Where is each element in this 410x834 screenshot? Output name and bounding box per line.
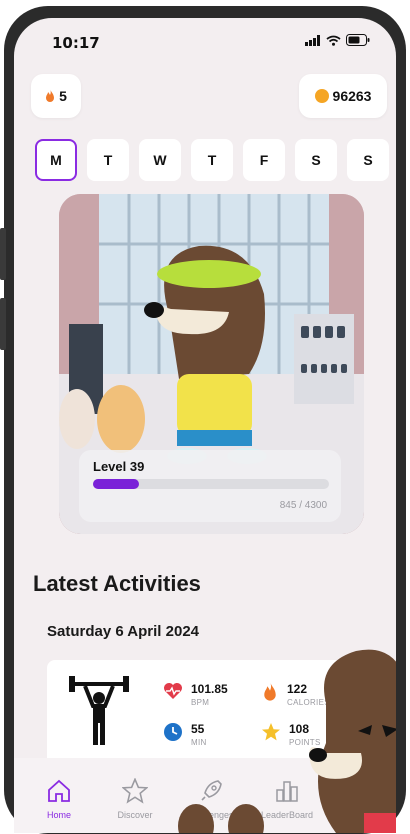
volume-down-button <box>0 298 6 350</box>
stat-heart-rate: 101.85 BPM <box>163 682 228 707</box>
day-wednesday[interactable]: W <box>139 139 181 181</box>
heart-rate-icon <box>164 683 182 699</box>
streak-badge[interactable]: 5 <box>31 74 81 118</box>
level-progress-fill <box>93 479 140 489</box>
coin-balance[interactable]: 96263 <box>299 74 387 118</box>
xp-text: 845 / 4300 <box>279 500 327 511</box>
coin-icon <box>314 89 329 103</box>
avatar-gym-scene: Level 39 845 / 4300 <box>59 194 364 534</box>
activity-date: Saturday 6 April 2024 <box>47 623 200 640</box>
status-icons <box>305 34 370 46</box>
day-thursday[interactable]: T <box>191 139 233 181</box>
nav-home[interactable]: Home <box>29 778 89 820</box>
day-friday[interactable]: F <box>243 139 285 181</box>
stat-value: 55 <box>191 722 205 736</box>
streak-count: 5 <box>59 88 67 104</box>
mascot-peek-illustration <box>309 649 396 833</box>
day-tuesday[interactable]: T <box>87 139 129 181</box>
weightlifting-icon <box>69 676 129 745</box>
volume-up-button <box>0 228 6 280</box>
nav-discover[interactable]: Discover <box>105 778 165 820</box>
clock-icon <box>164 723 182 741</box>
level-progress-card: Level 39 845 / 4300 <box>79 450 341 522</box>
nav-label: Home <box>46 810 71 820</box>
level-label: Level 39 <box>93 459 145 474</box>
day-saturday[interactable]: S <box>295 139 337 181</box>
level-progress-bar <box>93 479 329 489</box>
day-monday[interactable]: M <box>35 139 77 181</box>
status-time: 10:17 <box>52 34 100 52</box>
stat-unit: BPM <box>191 698 210 707</box>
day-sunday[interactable]: S <box>347 139 389 181</box>
flame-icon <box>264 682 276 701</box>
stat-duration: 55 MIN <box>163 722 207 747</box>
star-icon <box>262 723 280 741</box>
stat-value: 101.85 <box>191 682 228 696</box>
signal-icon <box>305 34 320 46</box>
bar-chart-icon <box>276 781 298 802</box>
stat-unit: MIN <box>191 738 207 747</box>
nav-label: Discover <box>117 810 153 820</box>
coin-amount: 96263 <box>332 88 372 104</box>
week-day-selector: M T W T F S S <box>35 139 389 181</box>
app-screen: 10:17 5 96263 M T W T F S S Level 39 845… <box>14 18 396 833</box>
mascot-ears-illustration <box>178 804 264 833</box>
latest-activities-heading: Latest Activities <box>33 571 201 596</box>
battery-icon <box>346 34 370 46</box>
wifi-icon <box>326 35 341 46</box>
home-icon <box>48 779 70 802</box>
status-bar: 10:17 <box>14 18 396 58</box>
star-outline-icon <box>122 778 148 804</box>
flame-icon <box>46 89 55 102</box>
